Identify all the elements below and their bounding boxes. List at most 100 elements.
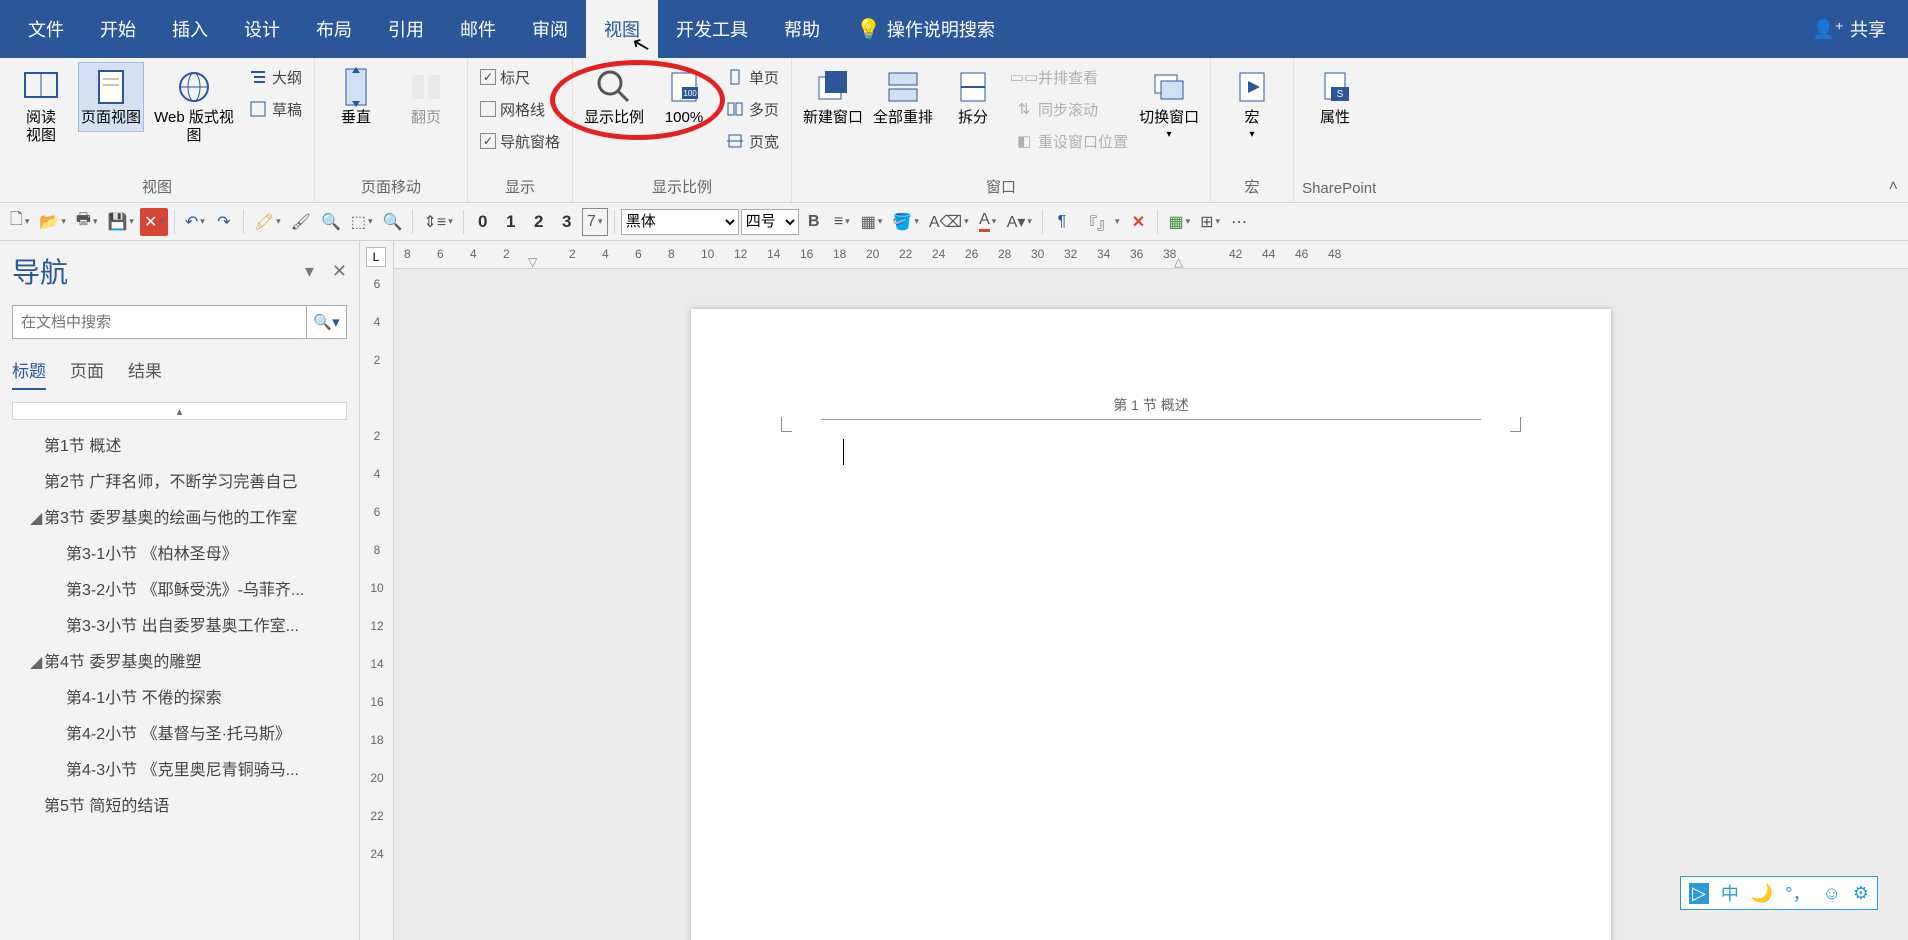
- nav-tab-pages[interactable]: 页面: [70, 357, 104, 390]
- nav-heading-item[interactable]: 第3-3小节 出自委罗基奥工作室...: [12, 606, 347, 642]
- open-button[interactable]: 📂: [35, 208, 69, 236]
- nav-heading-item[interactable]: 第4-3小节 《克里奥尼青铜骑马...: [12, 750, 347, 786]
- heading-0-button[interactable]: 0: [470, 208, 496, 236]
- borders-button[interactable]: ▦: [857, 208, 887, 236]
- delete-button[interactable]: ✕: [1125, 208, 1151, 236]
- line-spacing-button[interactable]: ⇕≡: [419, 208, 456, 236]
- zoom-100-button[interactable]: 100100%: [651, 62, 717, 132]
- document-page[interactable]: 第 1 节 概述: [691, 309, 1611, 940]
- nav-close-icon[interactable]: ✕: [332, 261, 347, 282]
- tab-help[interactable]: 帮助: [766, 0, 838, 58]
- print-layout-button[interactable]: 页面视图: [78, 62, 144, 132]
- undo-button[interactable]: ↶: [181, 208, 209, 236]
- font-color-button[interactable]: A: [975, 208, 1001, 236]
- macros-button[interactable]: 宏▾: [1219, 62, 1285, 145]
- new-doc-button[interactable]: 🗋: [6, 208, 33, 236]
- ruler-checkbox[interactable]: ✓标尺: [476, 62, 564, 92]
- nav-heading-item[interactable]: 第4-2小节 《基督与圣·托马斯》: [12, 714, 347, 750]
- tab-insert[interactable]: 插入: [154, 0, 226, 58]
- one-page-button[interactable]: 单页: [721, 62, 783, 92]
- tab-design[interactable]: 设计: [226, 0, 298, 58]
- shading-button[interactable]: 🪣: [888, 208, 922, 236]
- align-button[interactable]: ≡: [829, 208, 855, 236]
- zoom-tool-button[interactable]: 🔍: [379, 208, 407, 236]
- tab-mailings[interactable]: 邮件: [442, 0, 514, 58]
- first-line-indent-icon[interactable]: ▽: [528, 255, 537, 269]
- clear-format-button[interactable]: A⌫: [925, 208, 973, 236]
- heading-1-button[interactable]: 1: [498, 208, 524, 236]
- tab-selector[interactable]: L: [366, 247, 386, 267]
- nav-heading-item[interactable]: 第3-2小节 《耶稣受洗》-乌菲齐...: [12, 570, 347, 606]
- tab-home[interactable]: 开始: [82, 0, 154, 58]
- tab-layout[interactable]: 布局: [298, 0, 370, 58]
- layout-tools-button[interactable]: ⊞: [1196, 208, 1224, 236]
- more-button[interactable]: ⋯: [1226, 208, 1252, 236]
- nav-tab-results[interactable]: 结果: [128, 357, 162, 390]
- nav-search[interactable]: 🔍▾: [12, 305, 347, 339]
- table-tools-button[interactable]: ▦: [1164, 208, 1194, 236]
- horizontal-ruler[interactable]: ▽ △ 864224681012141618202224262830323436…: [394, 241, 1908, 269]
- tab-file[interactable]: 文件: [10, 0, 82, 58]
- heading-2-button[interactable]: 2: [526, 208, 552, 236]
- select-button[interactable]: ⬚: [347, 208, 377, 236]
- nav-heading-item[interactable]: 第1节 概述: [12, 426, 347, 462]
- redo-button[interactable]: ↷: [211, 208, 237, 236]
- save-button[interactable]: 💾: [104, 208, 138, 236]
- show-marks-button[interactable]: ¶: [1049, 208, 1075, 236]
- ime-lang[interactable]: 中: [1721, 880, 1739, 906]
- close-doc-button[interactable]: ✕: [140, 208, 168, 236]
- nav-heading-item[interactable]: 第4-1小节 不倦的探索: [12, 678, 347, 714]
- print-button[interactable]: 🖶: [72, 208, 102, 236]
- collapse-ribbon-button[interactable]: ˄: [1889, 178, 1898, 196]
- page-width-button[interactable]: 页宽: [721, 126, 783, 156]
- brackets-button[interactable]: 『』: [1077, 208, 1124, 236]
- font-name-select[interactable]: 黑体: [621, 209, 739, 235]
- vertical-button[interactable]: 垂直: [323, 62, 389, 132]
- nav-heading-item[interactable]: 第5节 简短的结语: [12, 786, 347, 822]
- nav-heading-item[interactable]: 第2节 广拜名师，不断学习完善自己: [12, 462, 347, 498]
- reading-view-button[interactable]: 阅读 视图: [8, 62, 74, 150]
- tell-me[interactable]: 💡操作说明搜索: [838, 0, 1013, 58]
- zoom-button[interactable]: 显示比例: [581, 62, 647, 132]
- outline-view-button[interactable]: 大纲: [244, 62, 306, 92]
- ime-emoji-icon[interactable]: ☺: [1822, 883, 1840, 904]
- highlight-button[interactable]: 🖍: [250, 208, 285, 236]
- font-size-select[interactable]: 四号: [741, 209, 799, 235]
- arrange-all-button[interactable]: 全部重排: [870, 62, 936, 132]
- nav-search-button[interactable]: 🔍▾: [306, 306, 346, 338]
- gridlines-checkbox[interactable]: 网格线: [476, 94, 564, 124]
- styles-button[interactable]: 7: [582, 208, 608, 236]
- web-layout-button[interactable]: Web 版式视图: [148, 62, 240, 150]
- nav-heading-item[interactable]: ◢第3节 委罗基奥的绘画与他的工作室: [12, 498, 347, 534]
- ime-punct-icon[interactable]: °，: [1785, 880, 1810, 906]
- nav-collapse-all[interactable]: ▴: [12, 402, 347, 420]
- ime-settings-icon[interactable]: ⚙: [1853, 883, 1869, 904]
- bold-button[interactable]: B: [801, 208, 827, 236]
- nav-heading-item[interactable]: 第3-1小节 《柏林圣母》: [12, 534, 347, 570]
- properties-button[interactable]: S属性: [1302, 62, 1368, 132]
- nav-tab-headings[interactable]: 标题: [12, 357, 46, 390]
- tab-view[interactable]: 视图: [586, 0, 658, 58]
- format-painter-button[interactable]: 🖌: [287, 208, 315, 236]
- ime-moon-icon[interactable]: 🌙: [1751, 883, 1773, 904]
- switch-window-button[interactable]: 切换窗口▾: [1136, 62, 1202, 145]
- tab-references[interactable]: 引用: [370, 0, 442, 58]
- new-window-button[interactable]: 新建窗口: [800, 62, 866, 132]
- multi-page-button[interactable]: 多页: [721, 94, 783, 124]
- nav-dropdown-icon[interactable]: ▾: [305, 261, 314, 282]
- document-scroll[interactable]: 第 1 节 概述: [394, 269, 1908, 940]
- vertical-ruler[interactable]: L 64224681012141618202224: [360, 241, 394, 940]
- draft-view-button[interactable]: 草稿: [244, 94, 306, 124]
- heading-3-button[interactable]: 3: [554, 208, 580, 236]
- navpane-checkbox[interactable]: ✓导航窗格: [476, 126, 564, 156]
- share-button[interactable]: 👤⁺共享: [1800, 16, 1898, 42]
- nav-search-input[interactable]: [13, 306, 306, 338]
- find-button[interactable]: 🔍: [317, 208, 345, 236]
- nav-heading-item[interactable]: ◢第4节 委罗基奥的雕塑: [12, 642, 347, 678]
- ime-toolbar[interactable]: ▷ 中 🌙 °， ☺ ⚙: [1680, 876, 1878, 910]
- tab-developer[interactable]: 开发工具: [658, 0, 766, 58]
- tab-review[interactable]: 审阅: [514, 0, 586, 58]
- text-effects-button[interactable]: A▾: [1003, 208, 1036, 236]
- ime-logo-icon[interactable]: ▷: [1689, 883, 1709, 904]
- split-button[interactable]: 拆分: [940, 62, 1006, 132]
